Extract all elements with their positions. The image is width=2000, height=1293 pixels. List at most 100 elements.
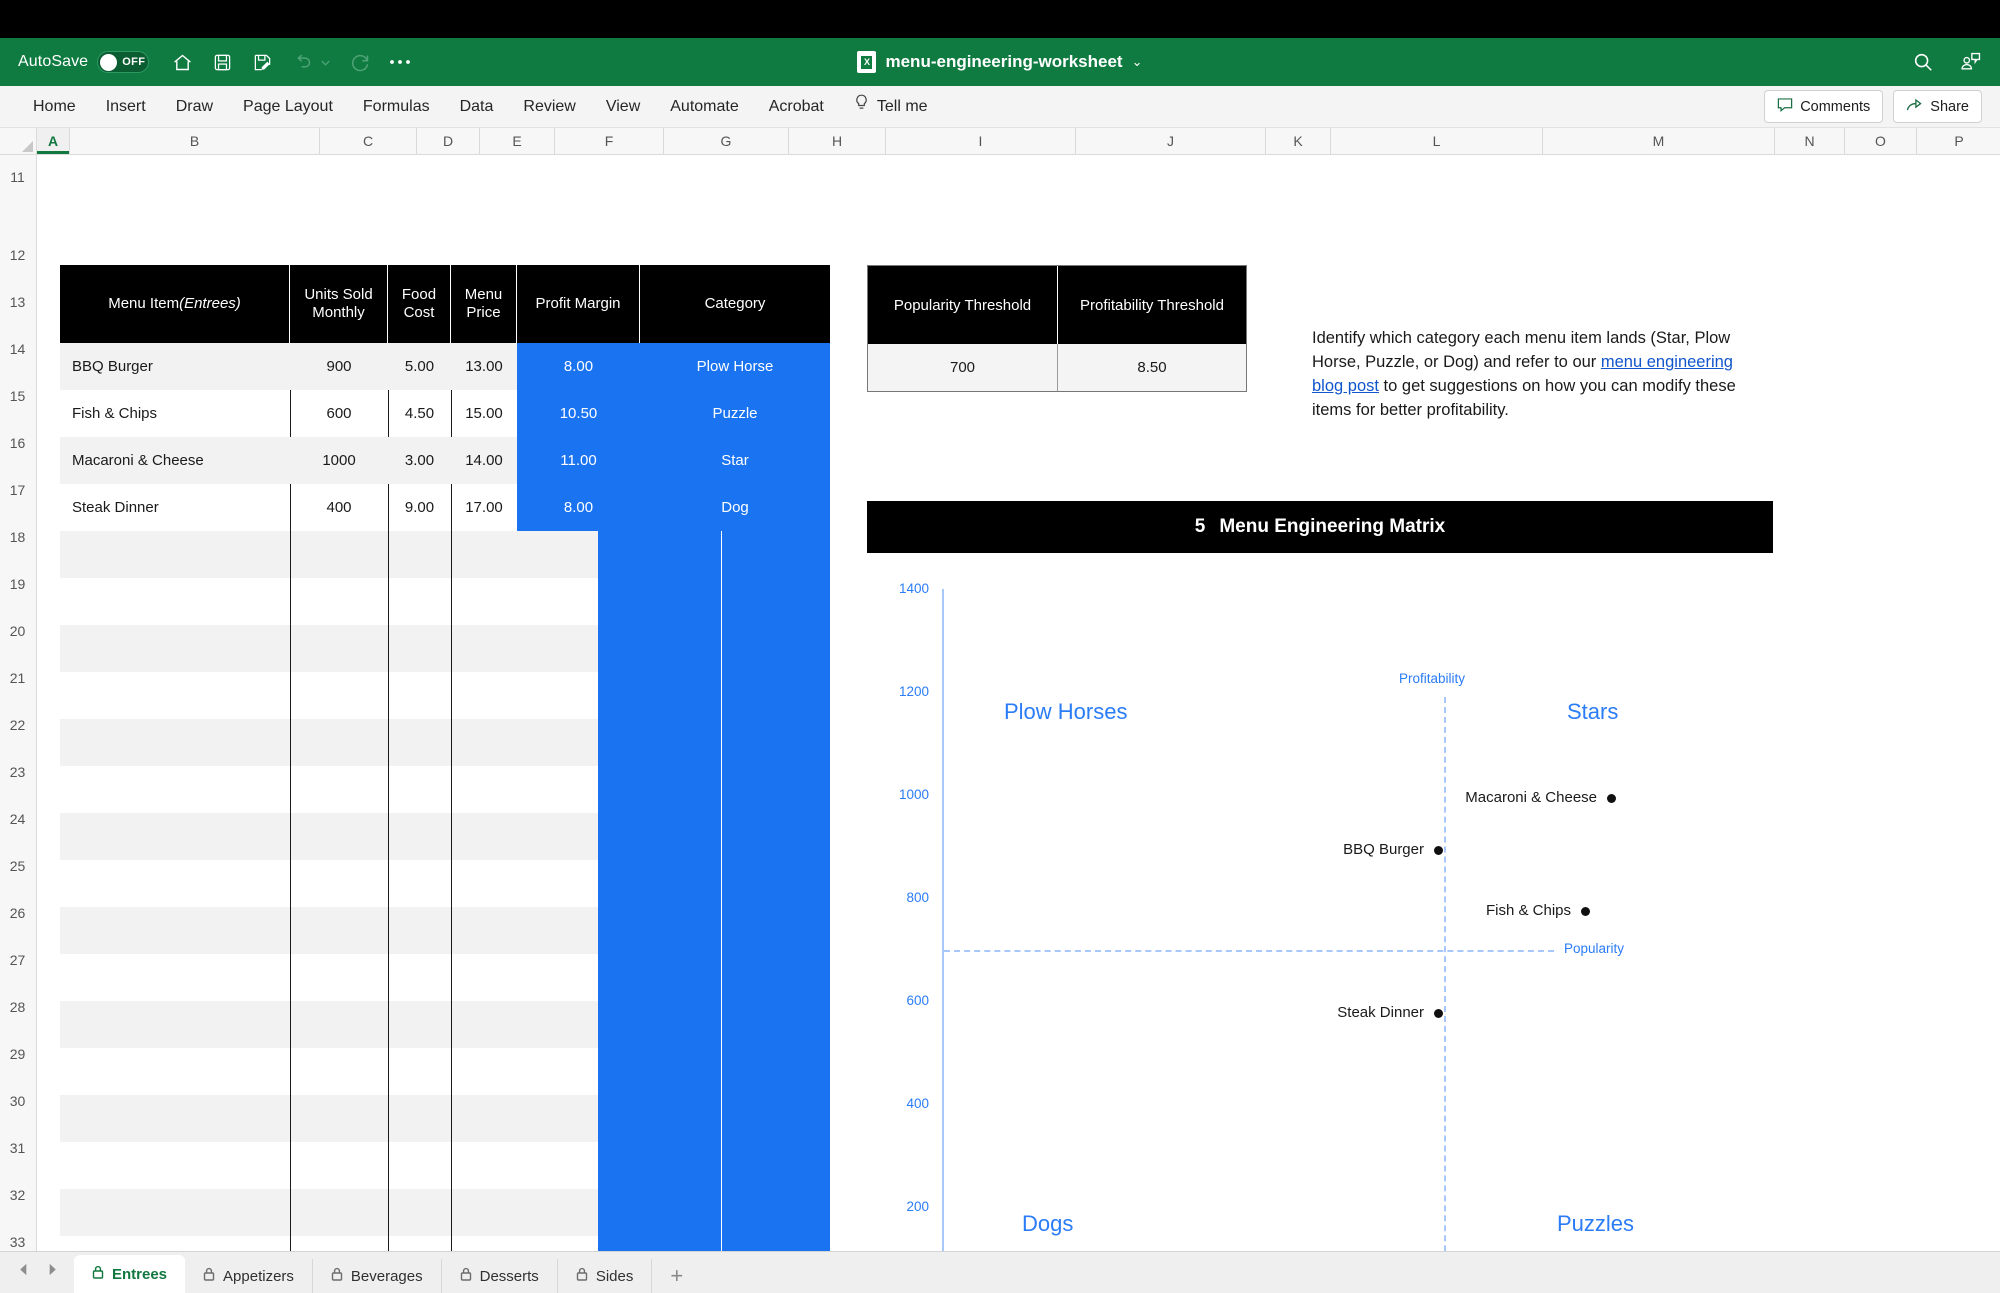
sheet-tab-sides[interactable]: Sides — [558, 1259, 653, 1293]
column-header-d[interactable]: D — [417, 128, 480, 154]
row-header-15[interactable]: 15 — [0, 388, 36, 404]
cell-food-cost[interactable]: 4.50 — [388, 390, 451, 437]
tab-page-layout[interactable]: Page Layout — [228, 86, 348, 128]
column-header-e[interactable]: E — [480, 128, 555, 154]
cell-popularity-threshold[interactable]: 700 — [868, 344, 1058, 391]
row-header-29[interactable]: 29 — [0, 1046, 36, 1062]
save-icon[interactable] — [211, 51, 233, 73]
column-header-l[interactable]: L — [1331, 128, 1543, 154]
row-header-26[interactable]: 26 — [0, 905, 36, 921]
cell-food-cost[interactable]: 3.00 — [388, 437, 451, 484]
cell-food-cost[interactable]: 9.00 — [388, 484, 451, 531]
menu-engineering-matrix-chart[interactable]: 1400 1200 1000 800 600 400 200 0 2.00 4.… — [867, 567, 1773, 1251]
sheet-tab-appetizers[interactable]: Appetizers — [185, 1259, 313, 1293]
cell-units-sold[interactable]: 400 — [290, 484, 388, 531]
redo-icon[interactable] — [349, 51, 371, 73]
row-header-31[interactable]: 31 — [0, 1140, 36, 1156]
autosave-toggle[interactable]: OFF — [97, 51, 150, 73]
row-header-13[interactable]: 13 — [0, 294, 36, 310]
tab-home[interactable]: Home — [18, 86, 91, 128]
add-sheet-button[interactable]: + — [652, 1259, 701, 1293]
row-header-22[interactable]: 22 — [0, 717, 36, 733]
data-point-fish-and-chips[interactable] — [1581, 907, 1590, 916]
row-header-19[interactable]: 19 — [0, 576, 36, 592]
tab-view[interactable]: View — [591, 86, 655, 128]
home-icon[interactable] — [171, 51, 193, 73]
sheet-tab-desserts[interactable]: Desserts — [442, 1259, 558, 1293]
cell-menu-price[interactable]: 14.00 — [451, 437, 517, 484]
row-header-18[interactable]: 18 — [0, 529, 36, 545]
cell-profitability-threshold[interactable]: 8.50 — [1058, 344, 1246, 391]
row-header-25[interactable]: 25 — [0, 858, 36, 874]
save-as-icon[interactable] — [251, 51, 273, 73]
more-options-icon[interactable] — [389, 51, 411, 73]
tab-draw[interactable]: Draw — [161, 86, 228, 128]
column-header-n[interactable]: N — [1775, 128, 1845, 154]
threshold-value-row[interactable]: 700 8.50 — [868, 344, 1246, 391]
right-arrow-icon[interactable] — [45, 1262, 60, 1282]
cell-profit-margin[interactable]: 8.00 — [517, 484, 640, 531]
table-row[interactable]: Steak Dinner 400 9.00 17.00 8.00 Dog — [60, 484, 830, 531]
share-button[interactable]: Share — [1893, 90, 1982, 123]
cell-category[interactable]: Dog — [640, 484, 830, 531]
row-header-12[interactable]: 12 — [0, 247, 36, 263]
tab-insert[interactable]: Insert — [91, 86, 161, 128]
autosave-control[interactable]: AutoSave OFF — [18, 51, 150, 73]
tab-automate[interactable]: Automate — [655, 86, 753, 128]
row-header-32[interactable]: 32 — [0, 1187, 36, 1203]
data-point-bbq-burger[interactable] — [1434, 846, 1443, 855]
left-arrow-icon[interactable] — [16, 1262, 31, 1282]
tell-me-box[interactable]: Tell me — [839, 86, 943, 128]
tab-acrobat[interactable]: Acrobat — [754, 86, 839, 128]
row-header-21[interactable]: 21 — [0, 670, 36, 686]
column-header-p[interactable]: P — [1917, 128, 2000, 154]
cell-menu-price[interactable]: 15.00 — [451, 390, 517, 437]
cell-units-sold[interactable]: 600 — [290, 390, 388, 437]
data-point-macaroni-and-cheese[interactable] — [1607, 794, 1616, 803]
cell-category[interactable]: Puzzle — [640, 390, 830, 437]
cell-profit-margin[interactable]: 8.00 — [517, 343, 640, 390]
cell-category[interactable]: Star — [640, 437, 830, 484]
row-header-14[interactable]: 14 — [0, 341, 36, 357]
column-header-h[interactable]: H — [789, 128, 886, 154]
row-header-16[interactable]: 16 — [0, 435, 36, 451]
presence-icon[interactable] — [1960, 51, 1982, 73]
column-header-m[interactable]: M — [1543, 128, 1775, 154]
comments-button[interactable]: Comments — [1764, 90, 1884, 123]
row-header-11[interactable]: 11 — [0, 169, 36, 185]
row-header-24[interactable]: 24 — [0, 811, 36, 827]
tab-review[interactable]: Review — [508, 86, 590, 128]
sheet-tab-entrees[interactable]: Entrees — [74, 1255, 186, 1293]
column-header-b[interactable]: B — [70, 128, 320, 154]
tab-formulas[interactable]: Formulas — [348, 86, 445, 128]
worksheet-canvas[interactable]: Menu Item (Entrees) Units Sold Monthly F… — [37, 155, 2000, 1251]
table-row[interactable]: Fish & Chips 600 4.50 15.00 10.50 Puzzle — [60, 390, 830, 437]
table-row[interactable]: BBQ Burger 900 5.00 13.00 8.00 Plow Hors… — [60, 343, 830, 390]
cell-menu-item[interactable]: BBQ Burger — [60, 343, 290, 390]
cell-profit-margin[interactable]: 10.50 — [517, 390, 640, 437]
row-header-33[interactable]: 33 — [0, 1234, 36, 1250]
cell-profit-margin[interactable]: 11.00 — [517, 437, 640, 484]
cell-category[interactable]: Plow Horse — [640, 343, 830, 390]
column-header-f[interactable]: F — [555, 128, 664, 154]
cell-units-sold[interactable]: 900 — [290, 343, 388, 390]
row-header-20[interactable]: 20 — [0, 623, 36, 639]
column-header-j[interactable]: J — [1076, 128, 1266, 154]
column-header-c[interactable]: C — [320, 128, 417, 154]
row-header-27[interactable]: 27 — [0, 952, 36, 968]
row-header-17[interactable]: 17 — [0, 482, 36, 498]
data-point-steak-dinner[interactable] — [1434, 1009, 1443, 1018]
column-header-o[interactable]: O — [1845, 128, 1917, 154]
table-row[interactable]: Macaroni & Cheese 1000 3.00 14.00 11.00 … — [60, 437, 830, 484]
cell-menu-item[interactable]: Fish & Chips — [60, 390, 290, 437]
search-icon[interactable] — [1912, 51, 1934, 73]
column-header-i[interactable]: I — [886, 128, 1076, 154]
row-header-23[interactable]: 23 — [0, 764, 36, 780]
undo-icon[interactable] — [291, 51, 313, 73]
cell-units-sold[interactable]: 1000 — [290, 437, 388, 484]
undo-dropdown-icon[interactable] — [319, 51, 331, 73]
cell-food-cost[interactable]: 5.00 — [388, 343, 451, 390]
sheet-tab-beverages[interactable]: Beverages — [313, 1259, 442, 1293]
select-all-corner[interactable] — [0, 128, 37, 154]
row-header-30[interactable]: 30 — [0, 1093, 36, 1109]
